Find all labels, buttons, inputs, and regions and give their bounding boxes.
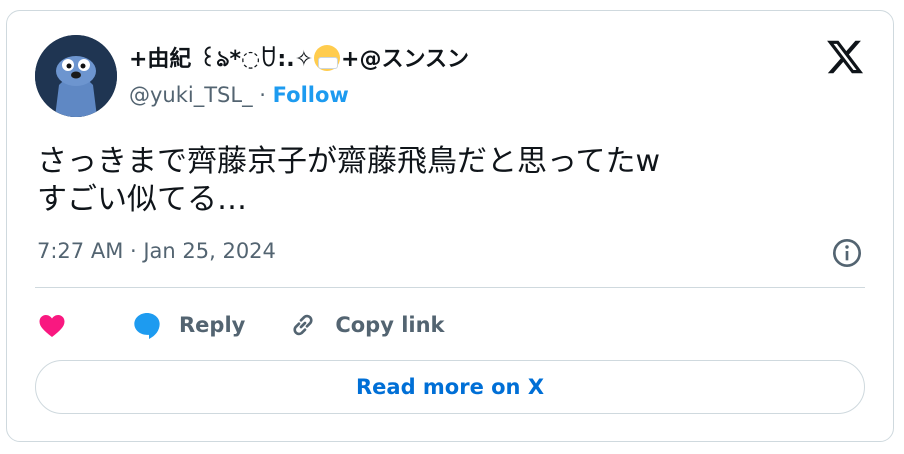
follow-link[interactable]: Follow xyxy=(273,83,349,107)
tweet-text: さっきまで齊藤京子が齋藤飛鳥だと思ってたw すごい似てる… xyxy=(37,143,660,219)
display-name-text: +由紀 ꒰ঌ*◌ꇴ:.✧ xyxy=(129,47,314,72)
handle[interactable]: @yuki_TSL_ xyxy=(129,83,253,107)
x-logo-icon[interactable] xyxy=(825,37,865,77)
timestamp-link[interactable]: 7:27 AM · Jan 25, 2024 xyxy=(37,239,276,263)
display-name[interactable]: +由紀 ꒰ঌ*◌ꇴ:.✧ +@スンスン xyxy=(129,41,469,79)
reply-button[interactable]: Reply xyxy=(131,309,245,341)
action-bar: Reply Copy link xyxy=(37,303,445,347)
link-icon xyxy=(293,314,313,336)
separator-dot: · xyxy=(259,83,266,107)
heart-icon xyxy=(39,315,65,337)
avatar[interactable] xyxy=(35,35,117,117)
read-more-label: Read more on X xyxy=(355,375,545,399)
read-more-button[interactable]: Read more on X xyxy=(35,360,865,414)
tweet-text-line: さっきまで齊藤京子が齋藤飛鳥だと思ってたw xyxy=(37,144,661,179)
like-button[interactable] xyxy=(37,310,67,340)
tweet-text-line: すごい似てる… xyxy=(37,182,247,217)
mask-emoji-icon xyxy=(314,45,341,71)
display-name-suffix: +@スンスン xyxy=(341,47,470,72)
copy-link-button[interactable]: Copy link xyxy=(287,309,445,341)
copy-link-label: Copy link xyxy=(335,313,445,337)
embedded-tweet-card: +由紀 ꒰ঌ*◌ꇴ:.✧ +@スンスン @yuki_TSL_ · Follow さ… xyxy=(6,10,894,442)
divider xyxy=(35,287,865,288)
info-icon[interactable] xyxy=(831,237,863,269)
reply-label: Reply xyxy=(179,313,246,337)
reply-bubble-icon xyxy=(134,313,160,339)
handle-row: @yuki_TSL_ · Follow xyxy=(129,83,349,107)
